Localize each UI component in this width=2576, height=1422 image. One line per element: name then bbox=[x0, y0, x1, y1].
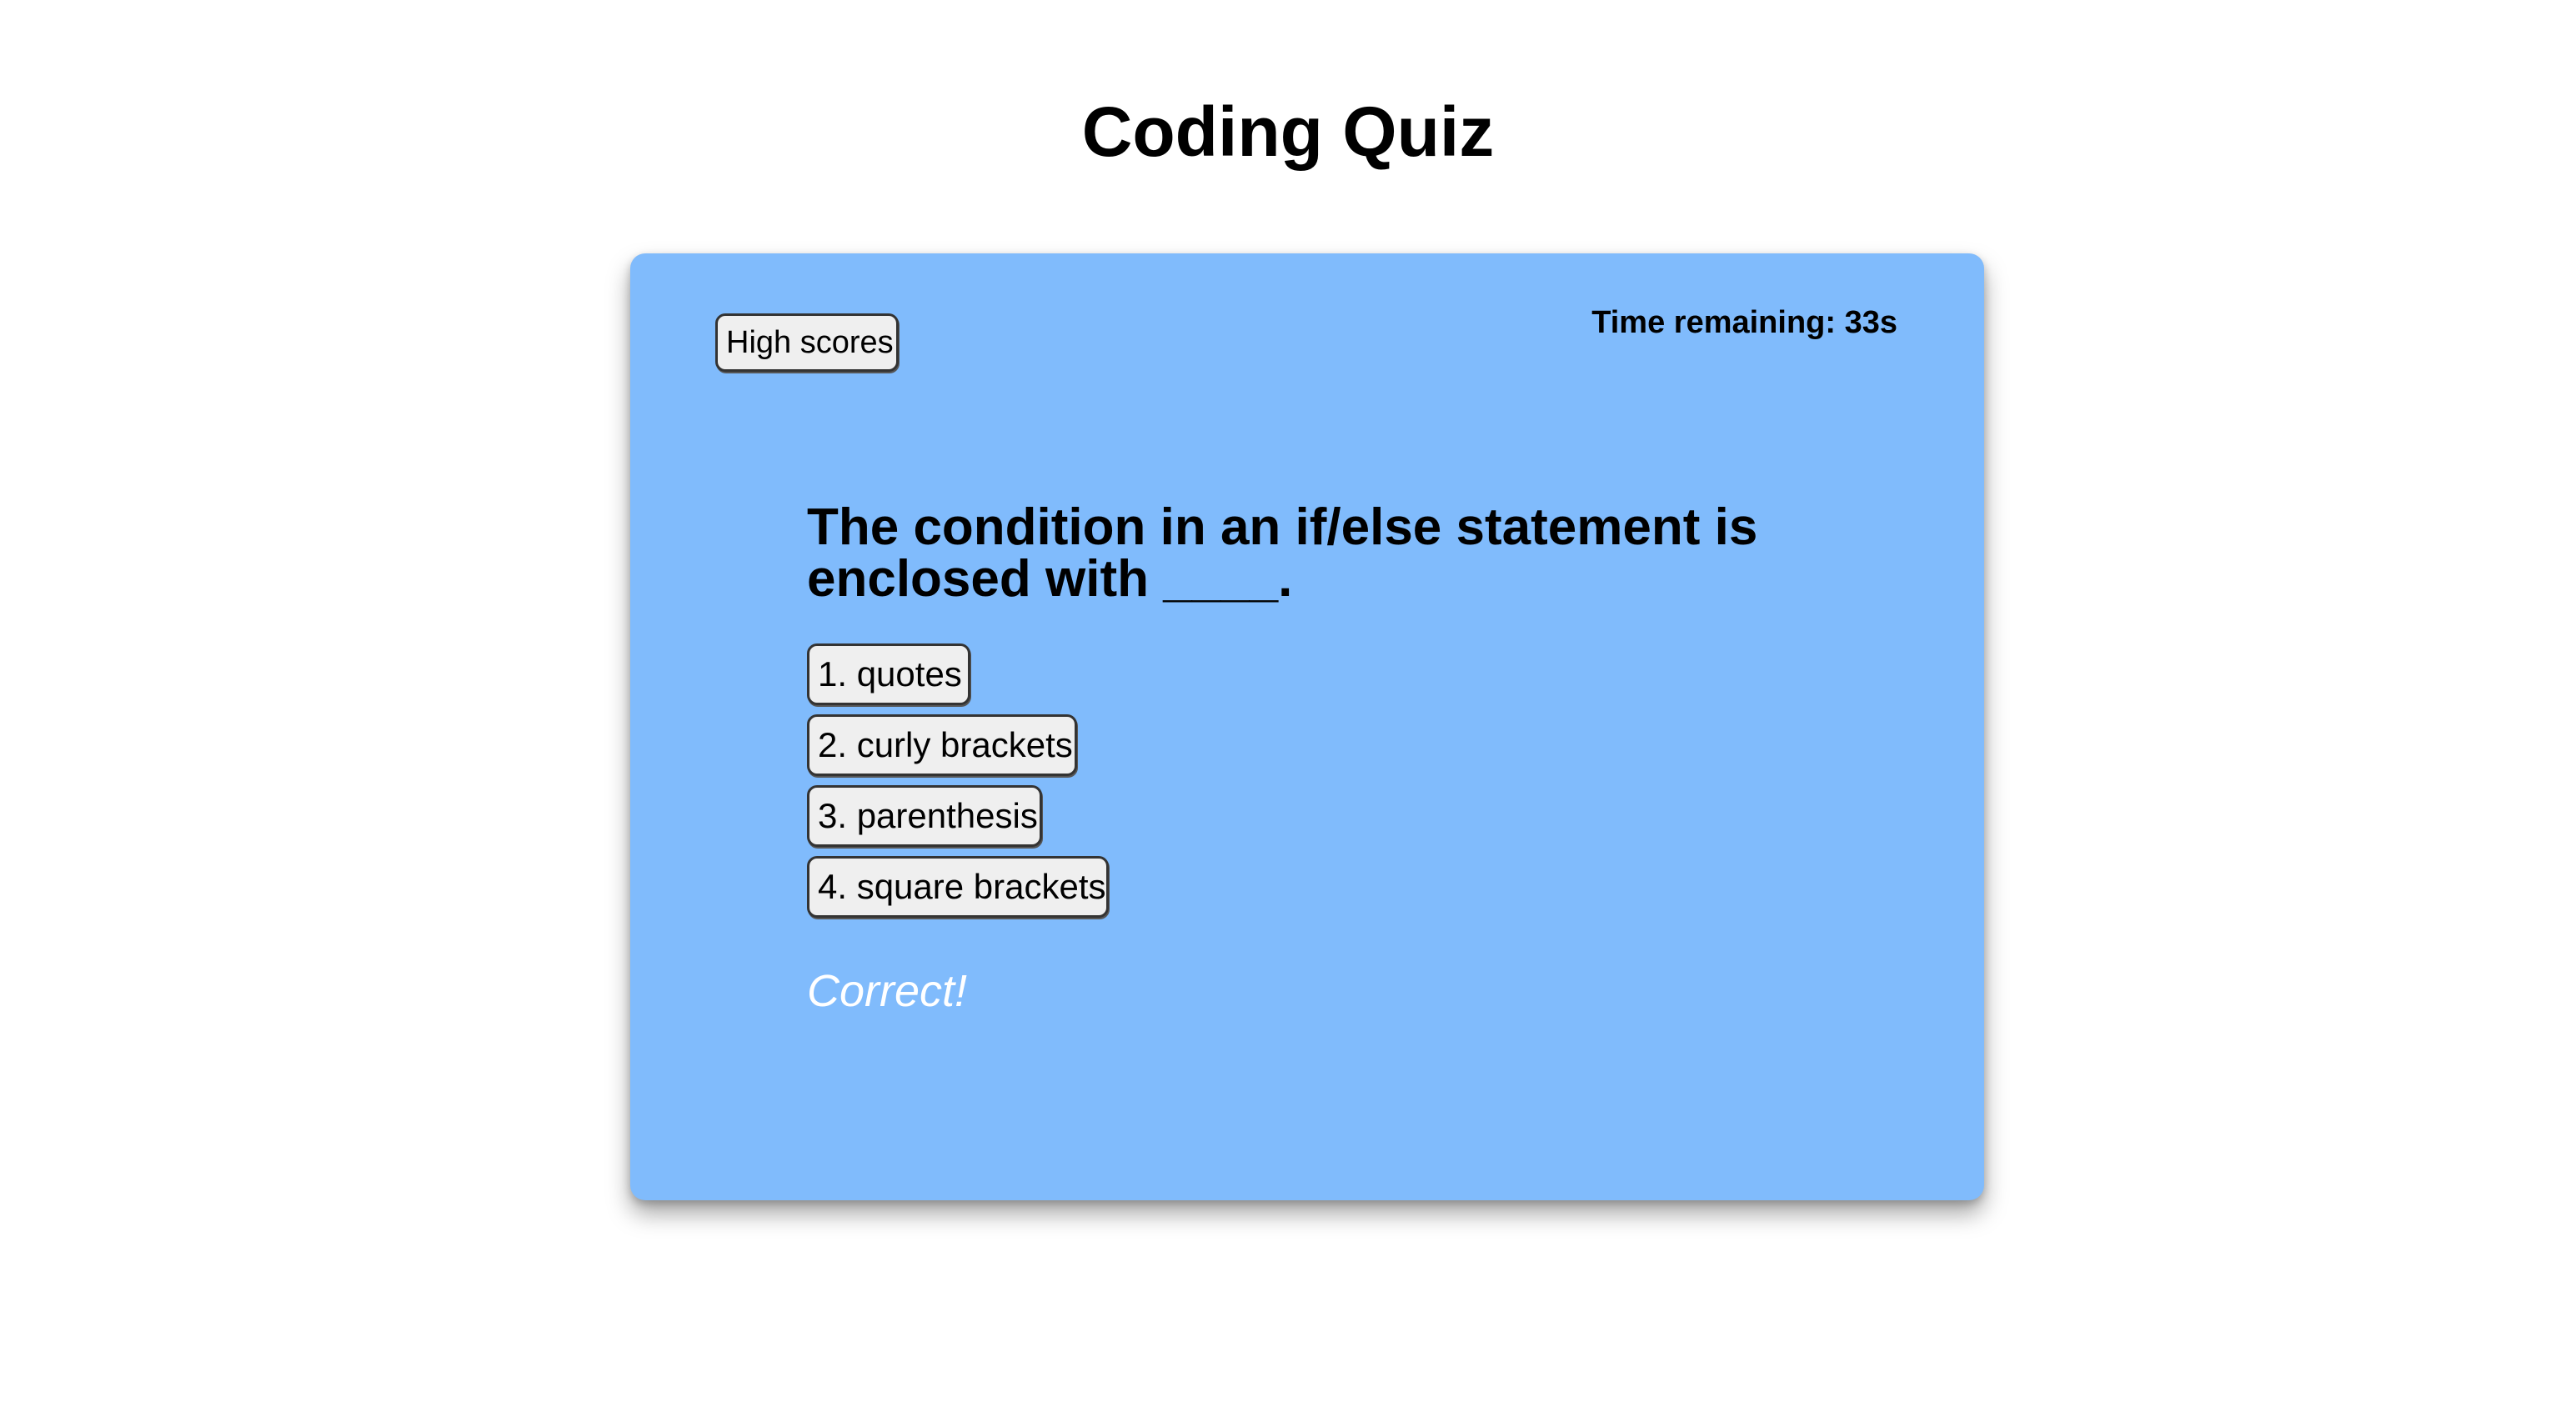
high-scores-button[interactable]: High scores bbox=[715, 313, 899, 372]
time-remaining: Time remaining: 33s bbox=[1591, 305, 1897, 340]
quiz-card: High scores Time remaining: 33s The cond… bbox=[630, 253, 1984, 1200]
answer-feedback: Correct! bbox=[807, 966, 968, 1016]
question-text: The condition in an if/else statement is… bbox=[807, 498, 1758, 608]
answer-button-3[interactable]: 3. parenthesis bbox=[807, 785, 1042, 847]
answer-button-4[interactable]: 4. square brackets bbox=[807, 856, 1109, 918]
page-title: Coding Quiz bbox=[1081, 93, 1495, 171]
answer-button-2[interactable]: 2. curly brackets bbox=[807, 714, 1077, 776]
answer-button-1[interactable]: 1. quotes bbox=[807, 643, 970, 705]
